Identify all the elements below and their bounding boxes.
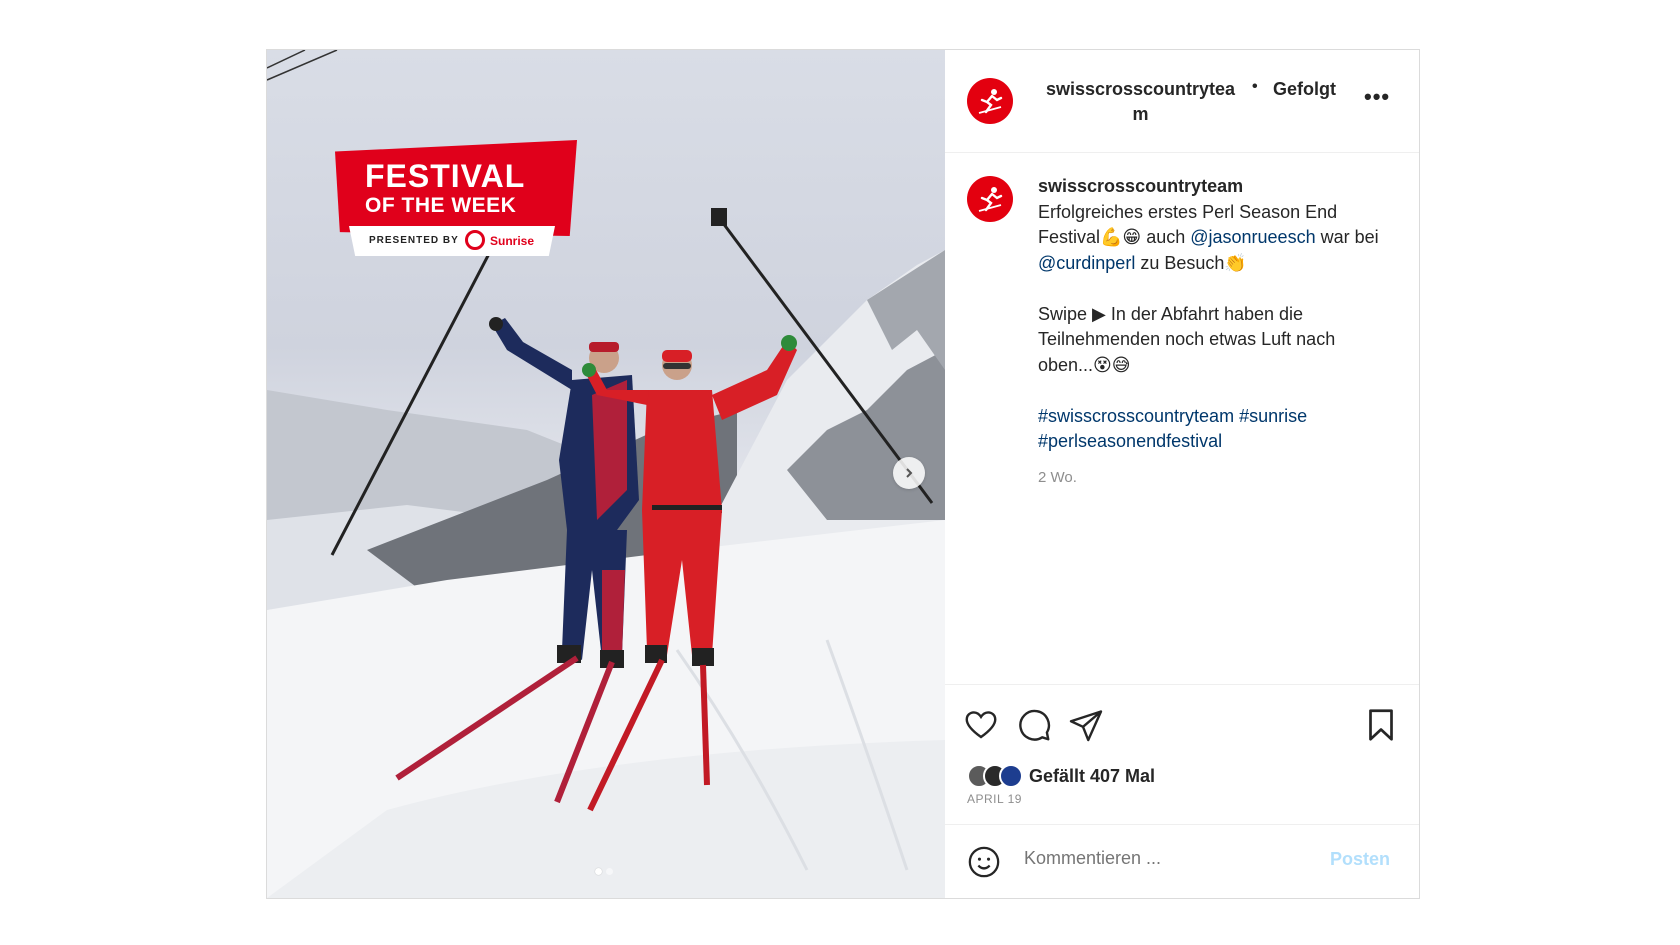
caption-text: war bei [1315, 227, 1379, 247]
smiley-icon[interactable] [967, 845, 1001, 879]
likes-row[interactable]: Gefällt 407 Mal [967, 764, 1155, 788]
comment-icon[interactable] [1016, 707, 1052, 743]
post-date[interactable]: APRIL 19 [967, 792, 1022, 806]
badge-title: FESTIVAL [365, 158, 526, 194]
header-username[interactable]: swisscrosscountryteam [1038, 77, 1243, 127]
header-separator: • [1252, 78, 1258, 95]
post-sidebar: swisscrosscountryteam • Gefolgt ••• swis… [945, 50, 1419, 898]
heart-icon[interactable] [963, 707, 999, 743]
sunrise-logo-icon [465, 230, 485, 250]
post-caption: swisscrosscountryteam Erfolgreiches erst… [945, 154, 1419, 684]
badge-brand: Sunrise [490, 234, 535, 248]
post-comment-button[interactable]: Posten [1330, 849, 1390, 870]
instagram-post: FESTIVAL OF THE WEEK PRESENTED BY Sunris… [266, 49, 1420, 899]
comment-input[interactable] [1024, 848, 1324, 869]
follow-status-button[interactable]: Gefolgt [1273, 77, 1336, 102]
action-bar: Gefällt 407 Mal APRIL 19 [945, 684, 1419, 824]
caption-timestamp[interactable]: 2 Wo. [1038, 465, 1388, 491]
hashtag-link[interactable]: #swisscrosscountryteam [1038, 406, 1234, 426]
badge-subtitle: OF THE WEEK [365, 194, 517, 217]
post-media[interactable]: FESTIVAL OF THE WEEK PRESENTED BY Sunris… [267, 50, 945, 898]
next-slide-button[interactable] [893, 457, 925, 489]
post-header: swisscrosscountryteam • Gefolgt ••• [945, 50, 1419, 153]
likes-count[interactable]: Gefällt 407 Mal [1029, 766, 1155, 787]
badge-presented-by: PRESENTED BY [369, 235, 459, 246]
avatar[interactable] [967, 78, 1013, 124]
caption-text: zu Besuch👏 [1135, 252, 1247, 273]
liker-avatar [999, 764, 1023, 788]
caption-body: swisscrosscountryteam Erfolgreiches erst… [1038, 174, 1388, 490]
chevron-right-icon [906, 468, 913, 478]
share-icon[interactable] [1068, 707, 1104, 743]
mention-link[interactable]: @jasonrueesch [1190, 227, 1315, 247]
hashtag-link[interactable]: #perlseasonendfestival [1038, 431, 1222, 451]
carousel-dot [606, 868, 613, 875]
festival-badge: FESTIVAL OF THE WEEK PRESENTED BY Sunris… [335, 140, 585, 270]
caption-username[interactable]: swisscrosscountryteam [1038, 174, 1388, 200]
skier-logo-icon [978, 89, 1003, 114]
more-options-icon[interactable]: ••• [1364, 84, 1390, 110]
caption-text: Swipe ▶ In der Abfahrt haben die Teilneh… [1038, 303, 1336, 375]
comment-bar: Posten [945, 824, 1419, 898]
hashtag-link[interactable]: #sunrise [1239, 406, 1307, 426]
bookmark-icon[interactable] [1363, 707, 1399, 743]
skier-logo-icon [978, 187, 1003, 212]
caption-avatar[interactable] [967, 176, 1013, 222]
carousel-dots [595, 868, 613, 875]
carousel-dot-active [595, 868, 602, 875]
mention-link[interactable]: @curdinperl [1038, 253, 1135, 273]
